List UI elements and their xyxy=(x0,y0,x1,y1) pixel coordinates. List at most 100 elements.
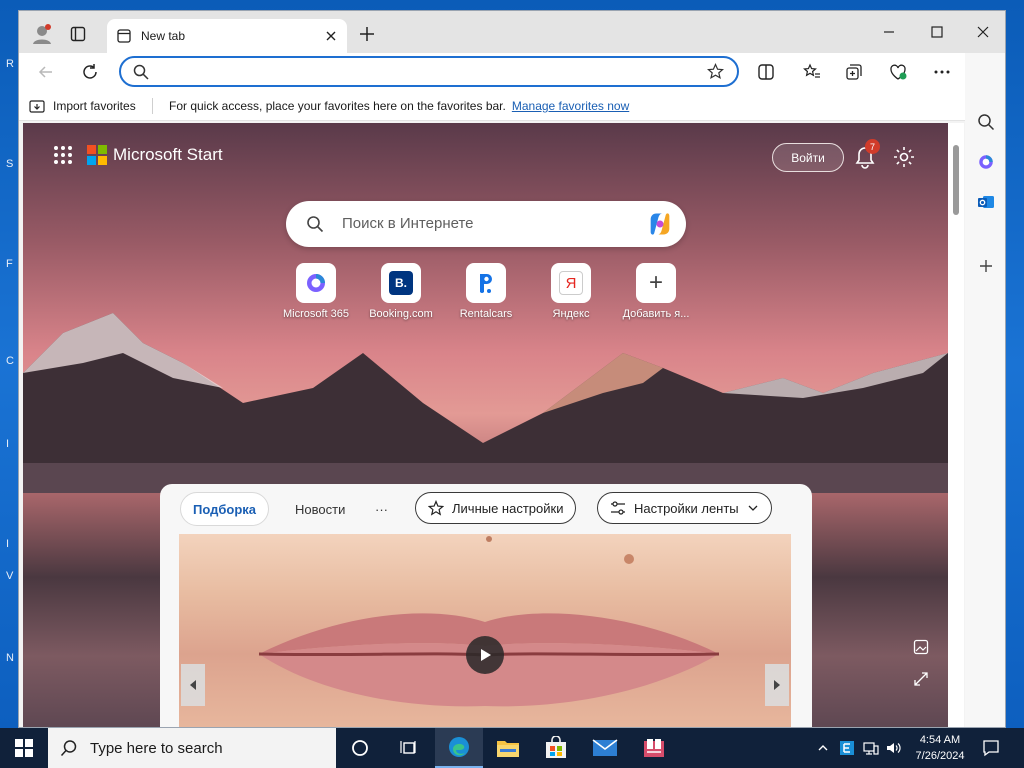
import-favorites-button[interactable]: Import favorites xyxy=(29,98,136,114)
desktop-icon-label[interactable]: S xyxy=(6,158,13,170)
new-tab-button[interactable] xyxy=(352,19,382,49)
carousel-next-button[interactable] xyxy=(765,664,789,706)
sidebar-search-button[interactable] xyxy=(971,107,1001,137)
taskbar-app[interactable] xyxy=(630,728,678,768)
taskbar: Type here to search 4:54 AM 7/26/2024 xyxy=(0,728,1024,768)
taskbar-mail[interactable] xyxy=(581,728,629,768)
task-view-button[interactable] xyxy=(384,728,432,768)
show-hidden-icons-button[interactable] xyxy=(812,728,834,768)
maximize-button[interactable] xyxy=(917,17,957,47)
system-clock[interactable]: 4:54 AM 7/26/2024 xyxy=(904,732,976,764)
favorites-bar: Import favorites For quick access, place… xyxy=(19,91,1005,121)
sidebar-outlook-button[interactable] xyxy=(971,187,1001,217)
browser-essentials-button[interactable] xyxy=(883,57,913,87)
close-window-button[interactable] xyxy=(963,17,1003,47)
expand-icon[interactable] xyxy=(913,671,929,687)
chevron-down-icon xyxy=(748,505,758,511)
action-center-button[interactable] xyxy=(980,728,1002,768)
search-icon xyxy=(60,740,77,757)
background-mountains xyxy=(23,313,948,493)
profile-icon[interactable] xyxy=(27,19,57,49)
back-button[interactable] xyxy=(31,57,61,87)
web-search-box[interactable]: Поиск в Интернете xyxy=(286,201,686,247)
copilot-icon[interactable] xyxy=(646,210,674,238)
chevron-right-icon xyxy=(774,680,780,690)
microsoft-start-logo[interactable]: Microsoft Start xyxy=(87,145,223,165)
desktop-icon-label[interactable]: R xyxy=(6,58,14,70)
quick-link-label: Rentalcars xyxy=(459,308,513,320)
carousel-prev-button[interactable] xyxy=(181,664,205,706)
favorites-button[interactable] xyxy=(797,57,827,87)
brand-title: Microsoft Start xyxy=(113,145,223,164)
taskbar-search-placeholder: Type here to search xyxy=(90,739,223,757)
quick-link-yandex[interactable]: Я Яндекс xyxy=(526,263,616,320)
quick-link-label: Booking.com xyxy=(369,308,433,320)
minimize-button[interactable] xyxy=(869,17,909,47)
quick-link-label: Microsoft 365 xyxy=(282,308,350,320)
quick-link-booking[interactable]: B. Booking.com xyxy=(356,263,446,320)
maximize-icon xyxy=(931,26,943,38)
sign-in-button[interactable]: Войти xyxy=(772,143,844,172)
volume-button[interactable] xyxy=(882,728,904,768)
taskbar-file-explorer[interactable] xyxy=(484,728,532,768)
taskbar-store[interactable] xyxy=(532,728,580,768)
taskbar-search-box[interactable]: Type here to search xyxy=(48,728,336,768)
quick-link-microsoft-365[interactable]: Microsoft 365 xyxy=(271,263,361,320)
split-screen-button[interactable] xyxy=(751,57,781,87)
tab-actions-icon[interactable] xyxy=(63,19,93,49)
close-icon xyxy=(977,26,989,38)
favorites-divider xyxy=(152,98,153,114)
refresh-button[interactable] xyxy=(75,57,105,87)
close-tab-icon[interactable] xyxy=(325,30,337,42)
search-icon xyxy=(133,64,149,80)
favorite-star-icon[interactable] xyxy=(707,63,724,80)
scrollbar-thumb[interactable] xyxy=(953,145,959,215)
manage-favorites-link[interactable]: Manage favorites now xyxy=(512,99,629,113)
sidebar-microsoft-365-button[interactable] xyxy=(971,147,1001,177)
address-input[interactable] xyxy=(155,62,695,82)
tab-new-tab[interactable]: New tab xyxy=(107,19,347,53)
featured-video-thumbnail[interactable] xyxy=(179,534,791,727)
settings-more-button[interactable] xyxy=(927,57,957,87)
taskbar-edge[interactable] xyxy=(435,728,483,768)
feed-tab-more[interactable]: ··· xyxy=(363,492,400,526)
chevron-left-icon xyxy=(190,680,196,690)
desktop-icon-label[interactable]: I xyxy=(6,438,9,450)
tray-app-button[interactable] xyxy=(836,728,858,768)
notification-center-icon xyxy=(983,740,999,757)
play-button[interactable] xyxy=(466,636,504,674)
outlook-icon xyxy=(978,196,994,208)
feed-tab-selection[interactable]: Подборка xyxy=(180,492,270,526)
desktop-icon-label[interactable]: C xyxy=(6,355,14,367)
quick-link-add[interactable]: + Добавить я... xyxy=(611,263,701,320)
clock-date: 7/26/2024 xyxy=(915,750,965,762)
minimize-icon xyxy=(884,31,894,33)
favorites-prompt: For quick access, place your favorites h… xyxy=(169,99,629,113)
plus-icon xyxy=(980,260,992,272)
desktop-icon-label[interactable]: F xyxy=(6,258,13,270)
news-feed-panel: Подборка Новости ··· Личные настройки На… xyxy=(160,484,812,727)
collections-button[interactable] xyxy=(839,57,869,87)
feed-tab-news[interactable]: Новости xyxy=(283,492,357,526)
start-button[interactable] xyxy=(0,728,48,768)
image-info-icon[interactable] xyxy=(913,639,929,655)
feed-settings-button[interactable]: Настройки ленты xyxy=(597,492,772,524)
quick-link-rentalcars[interactable]: Rentalcars xyxy=(441,263,531,320)
edge-sidebar xyxy=(965,53,1005,727)
network-button[interactable] xyxy=(860,728,882,768)
personalize-button[interactable]: Личные настройки xyxy=(415,492,577,524)
split-screen-icon xyxy=(758,64,774,80)
desktop-icon-label[interactable]: V xyxy=(6,570,13,582)
cortana-button[interactable] xyxy=(336,728,384,768)
page-scrollbar[interactable] xyxy=(948,123,964,727)
desktop-icon-label[interactable]: N xyxy=(6,652,14,664)
sidebar-add-button[interactable] xyxy=(971,251,1001,281)
store-icon xyxy=(546,736,566,758)
chevron-up-icon xyxy=(818,745,828,751)
app-launcher-icon[interactable] xyxy=(53,145,73,165)
import-folder-icon xyxy=(29,100,45,113)
import-favorites-label: Import favorites xyxy=(53,99,136,113)
desktop-icon-label[interactable]: I xyxy=(6,538,9,550)
address-bar[interactable] xyxy=(119,56,739,87)
settings-gear-icon[interactable] xyxy=(892,145,916,169)
